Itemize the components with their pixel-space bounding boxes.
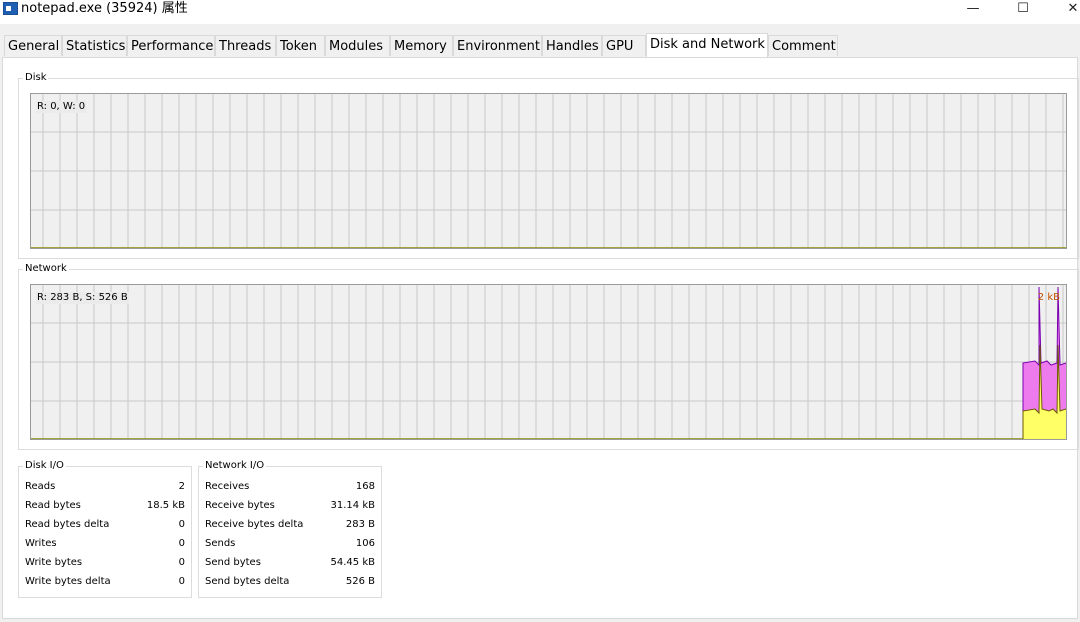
network-graph-scale: 2 kB	[1037, 292, 1060, 303]
disk-io-writes-label: Writes	[25, 538, 57, 549]
disk-io-write-bytes-label: Write bytes	[25, 557, 83, 568]
disk-graph-canvas	[31, 94, 1066, 248]
network-io-receives-value: 168	[355, 481, 375, 492]
network-io-row-receives: Receives 168	[199, 477, 381, 496]
app-window-icon	[3, 2, 18, 15]
disk-io-row-read-bytes: Read bytes 18.5 kB	[19, 496, 191, 515]
disk-io-row-write-bytes-delta: Write bytes delta 0	[19, 572, 191, 591]
disk-io-row-write-bytes: Write bytes 0	[19, 553, 191, 572]
disk-io-read-bytes-delta-value: 0	[178, 519, 185, 530]
tab-strip: General Statistics Performance Threads T…	[0, 33, 1080, 57]
disk-io-reads-value: 2	[178, 481, 185, 492]
disk-graph: R: 0, W: 0	[30, 93, 1067, 249]
network-io-row-receive-bytes-delta: Receive bytes delta 283 B	[199, 515, 381, 534]
title-bar: notepad.exe (35924) 属性 — ☐ ✕	[0, 0, 1080, 24]
network-graph-text: R: 283 B, S: 526 B	[36, 292, 129, 304]
network-graph: R: 283 B, S: 526 B 2 kB	[30, 284, 1067, 440]
network-io-send-bytes-delta-value: 526 B	[345, 576, 375, 587]
network-group-label: Network	[23, 262, 69, 276]
disk-io-read-bytes-delta-label: Read bytes delta	[25, 519, 110, 530]
tab-environment[interactable]: Environment	[453, 35, 542, 56]
disk-io-row-reads: Reads 2	[19, 477, 191, 496]
disk-io-row-read-bytes-delta: Read bytes delta 0	[19, 515, 191, 534]
disk-io-write-bytes-value: 0	[178, 557, 185, 568]
network-io-row-receive-bytes: Receive bytes 31.14 kB	[199, 496, 381, 515]
disk-io-reads-label: Reads	[25, 481, 56, 492]
network-io-send-bytes-value: 54.45 kB	[330, 557, 375, 568]
minimize-button[interactable]: —	[950, 0, 996, 18]
tab-statistics[interactable]: Statistics	[62, 35, 127, 56]
disk-group-label: Disk	[23, 71, 49, 85]
disk-io-write-bytes-delta-value: 0	[178, 576, 185, 587]
disk-io-label: Disk I/O	[23, 459, 66, 473]
network-io-row-send-bytes: Send bytes 54.45 kB	[199, 553, 381, 572]
disk-group: Disk R: 0, W: 0	[18, 71, 1079, 259]
tab-performance[interactable]: Performance	[127, 35, 215, 56]
network-io-sends-value: 106	[355, 538, 375, 549]
network-io-row-sends: Sends 106	[199, 534, 381, 553]
disk-io-group: Disk I/O Reads 2 Read bytes 18.5 kB Read…	[18, 459, 192, 598]
network-io-label: Network I/O	[203, 459, 267, 473]
tab-handles[interactable]: Handles	[542, 35, 602, 56]
network-io-send-bytes-delta-label: Send bytes delta	[205, 576, 290, 587]
tab-content-panel: Disk R: 0, W: 0 Network R: 283 B, S: 526…	[2, 57, 1079, 619]
disk-io-row-writes: Writes 0	[19, 534, 191, 553]
tab-disk-and-network[interactable]: Disk and Network	[646, 33, 768, 57]
network-io-receives-label: Receives	[205, 481, 250, 492]
network-io-receive-bytes-label: Receive bytes	[205, 500, 275, 511]
network-graph-canvas	[31, 285, 1066, 439]
network-io-send-bytes-label: Send bytes	[205, 557, 261, 568]
disk-io-read-bytes-value: 18.5 kB	[146, 500, 185, 511]
tab-token[interactable]: Token	[276, 35, 325, 56]
network-io-group: Network I/O Receives 168 Receive bytes 3…	[198, 459, 382, 598]
network-io-row-send-bytes-delta: Send bytes delta 526 B	[199, 572, 381, 591]
tab-gpu[interactable]: GPU	[602, 35, 646, 56]
disk-io-write-bytes-delta-label: Write bytes delta	[25, 576, 111, 587]
disk-io-writes-value: 0	[178, 538, 185, 549]
window-title: notepad.exe (35924) 属性	[21, 1, 188, 16]
disk-graph-text: R: 0, W: 0	[36, 101, 87, 113]
tab-modules[interactable]: Modules	[325, 35, 390, 56]
close-button[interactable]: ✕	[1050, 0, 1080, 18]
network-group: Network R: 283 B, S: 526 B 2 kB	[18, 262, 1079, 450]
tab-general[interactable]: General	[4, 35, 62, 56]
network-io-receive-bytes-delta-value: 283 B	[345, 519, 375, 530]
tab-comment[interactable]: Comment	[768, 35, 838, 56]
network-io-receive-bytes-value: 31.14 kB	[330, 500, 375, 511]
network-io-receive-bytes-delta-label: Receive bytes delta	[205, 519, 304, 530]
tab-memory[interactable]: Memory	[390, 35, 453, 56]
network-io-sends-label: Sends	[205, 538, 236, 549]
tab-threads[interactable]: Threads	[215, 35, 276, 56]
disk-io-read-bytes-label: Read bytes	[25, 500, 81, 511]
maximize-button[interactable]: ☐	[1000, 0, 1046, 18]
